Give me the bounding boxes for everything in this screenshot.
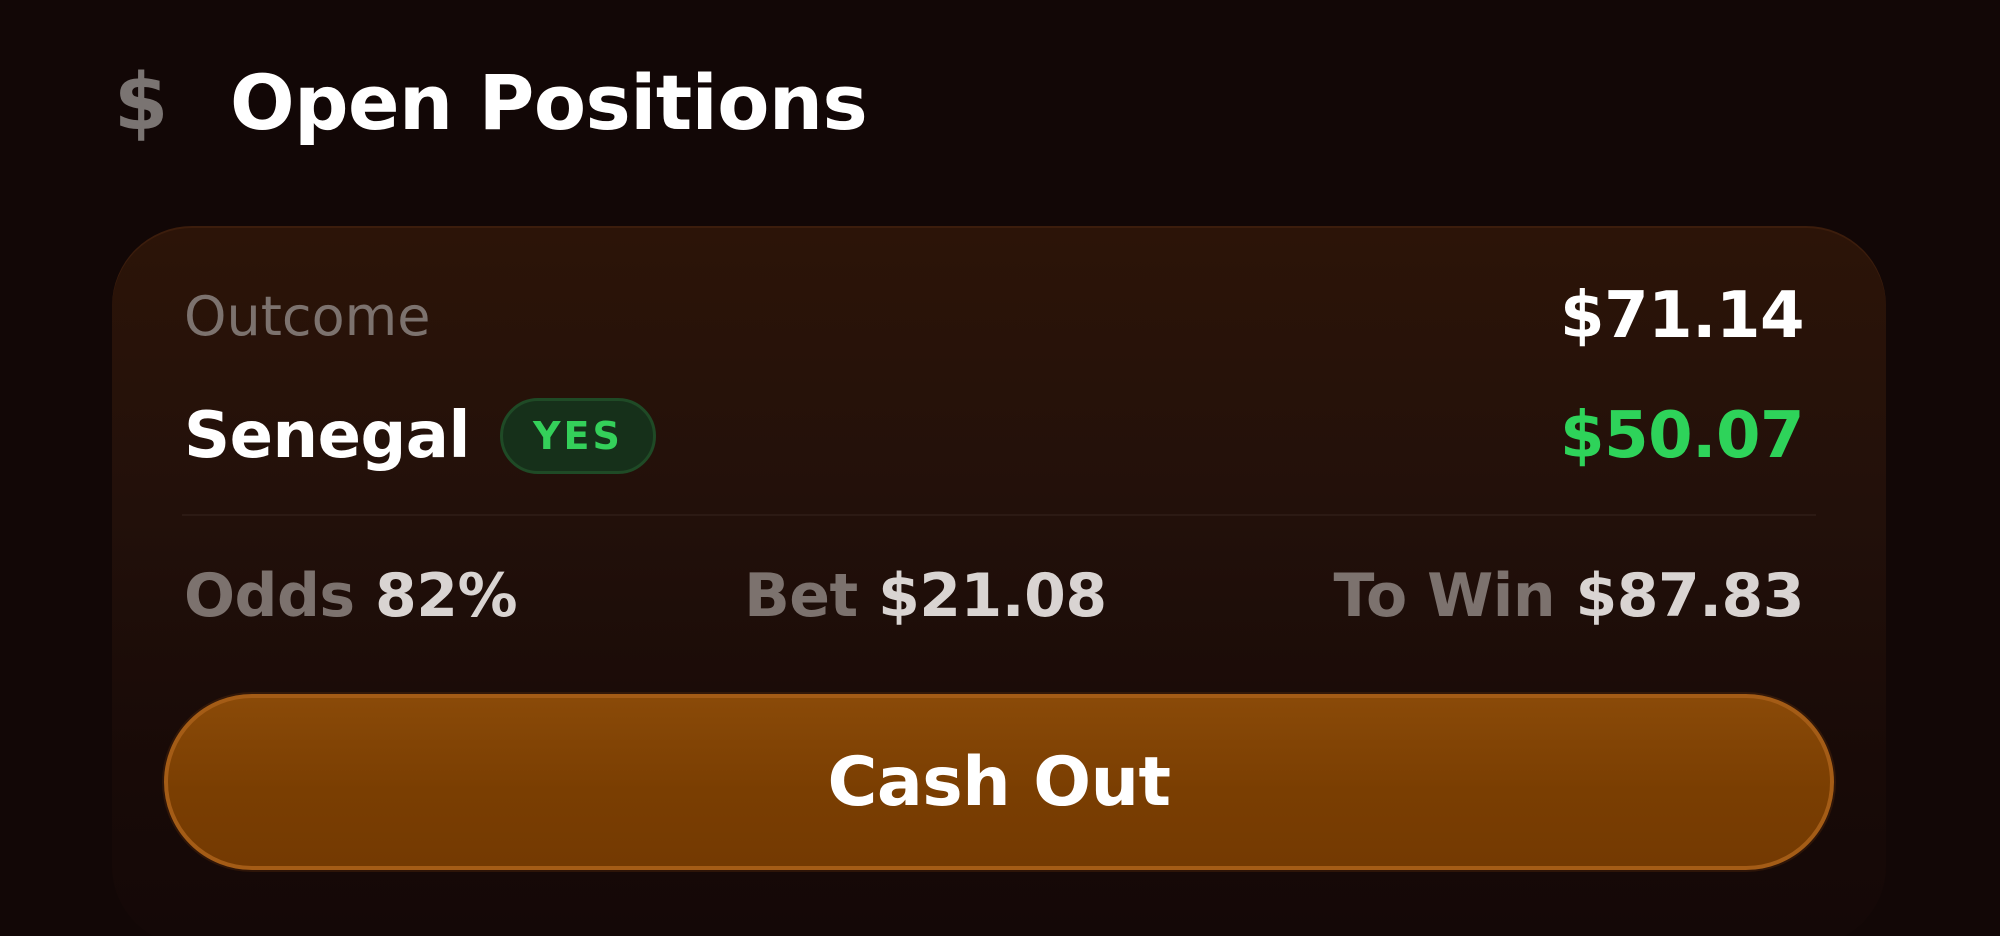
divider (182, 514, 1816, 516)
stats-row: Odds 82% Bet $21.08 To Win $87.83 (184, 556, 1804, 636)
to-win-stat: To Win $87.83 (1333, 561, 1805, 631)
team-row: Senegal YES $50.07 (184, 386, 1804, 486)
section-header: $ Open Positions (114, 48, 868, 158)
outcome-label: Outcome (184, 284, 431, 348)
position-value: $71.14 (1560, 279, 1804, 353)
profit-value: $50.07 (1560, 399, 1804, 473)
outcome-row: Outcome $71.14 (184, 276, 1804, 356)
dollar-icon: $ (114, 58, 169, 148)
cash-out-label: Cash Out (827, 742, 1171, 822)
to-win-label: To Win (1333, 561, 1576, 631)
odds-stat: Odds 82% (184, 561, 518, 631)
cash-out-button[interactable]: Cash Out (164, 694, 1834, 870)
bet-value: $21.08 (878, 561, 1107, 631)
odds-value: 82% (375, 561, 518, 631)
team-group: Senegal YES (184, 398, 656, 474)
bet-stat: Bet $21.08 (744, 561, 1107, 631)
team-name: Senegal (184, 399, 470, 473)
page-title: Open Positions (230, 58, 868, 147)
position-card: Outcome $71.14 Senegal YES $50.07 Odds 8… (112, 226, 1886, 936)
open-positions-screen: $ Open Positions Outcome $71.14 Senegal … (0, 0, 2000, 936)
to-win-value: $87.83 (1575, 561, 1804, 631)
side-badge: YES (499, 398, 656, 474)
bet-label: Bet (744, 561, 879, 631)
side-badge-label: YES (532, 414, 623, 458)
odds-label: Odds (184, 561, 376, 631)
